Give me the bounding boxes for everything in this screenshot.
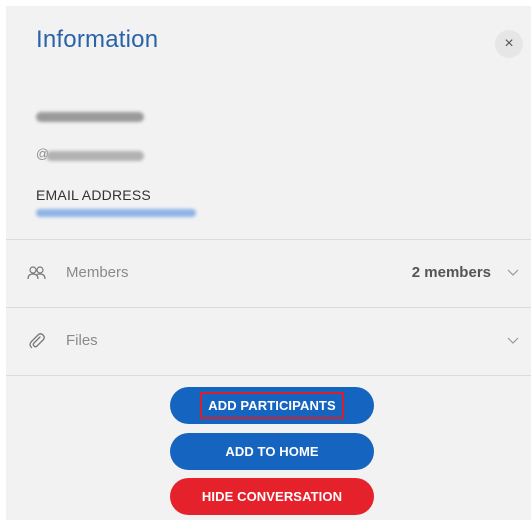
panel-title: Information — [36, 26, 159, 53]
hide-conversation-label: HIDE CONVERSATION — [201, 489, 343, 504]
add-to-home-button[interactable]: ADD TO HOME — [170, 433, 374, 470]
close-button[interactable]: × — [495, 30, 523, 58]
chevron-down-icon[interactable] — [507, 335, 519, 347]
contact-handle-redacted — [46, 151, 144, 161]
close-icon: × — [504, 35, 514, 52]
files-section[interactable]: Files — [6, 308, 531, 376]
email-address-redacted[interactable] — [36, 209, 196, 217]
email-address-label: EMAIL ADDRESS — [36, 187, 151, 203]
divider — [6, 375, 531, 376]
members-count: 2 members — [411, 264, 491, 281]
paperclip-icon — [26, 330, 48, 352]
files-label: Files — [66, 332, 98, 349]
members-icon — [26, 262, 48, 284]
add-to-home-label: ADD TO HOME — [225, 444, 319, 459]
members-label: Members — [66, 264, 129, 281]
add-participants-label: ADD PARTICIPANTS — [200, 392, 344, 419]
contact-name-redacted — [36, 112, 144, 122]
panel-header: Information × — [6, 6, 531, 84]
add-participants-button[interactable]: ADD PARTICIPANTS — [170, 387, 374, 424]
information-panel: Information × @ EMAIL ADDRESS Members 2 … — [6, 6, 531, 520]
members-section[interactable]: Members 2 members — [6, 240, 531, 308]
chevron-down-icon[interactable] — [507, 267, 519, 279]
hide-conversation-button[interactable]: HIDE CONVERSATION — [170, 478, 374, 515]
